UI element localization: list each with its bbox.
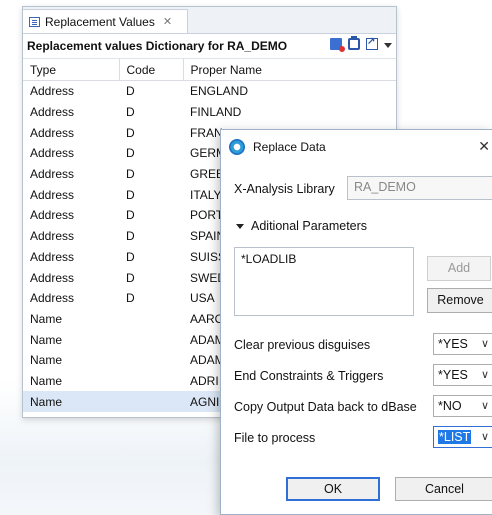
dialog-title-bar: Replace Data ✕ [221, 130, 492, 164]
column-header-type[interactable]: Type [23, 59, 120, 81]
print-icon[interactable] [348, 36, 360, 50]
ok-button[interactable]: OK [286, 477, 380, 501]
cell-type: Name [30, 311, 63, 326]
cell-type: Address [30, 84, 75, 99]
chevron-down-icon: ∨ [480, 400, 489, 412]
cell-type: Name [30, 373, 63, 388]
cell-type: Name [30, 353, 63, 368]
chevron-down-icon: ∨ [480, 369, 489, 381]
cell-code: D [126, 146, 135, 161]
remove-button[interactable]: Remove [427, 288, 492, 313]
section-label: Aditional Parameters [251, 219, 368, 233]
cell-code: D [126, 291, 135, 306]
end-constraints-label: End Constraints & Triggers [234, 369, 384, 383]
cell-code: D [126, 84, 135, 99]
cell-code: D [126, 167, 135, 182]
cell-code: D [126, 187, 135, 202]
cell-proper-name: ENGLAND [190, 84, 249, 99]
cell-code [119, 309, 183, 330]
cell-type: Address [30, 270, 75, 285]
add-button[interactable]: Add [427, 256, 491, 281]
tab-bar: Replacement Values ✕ [23, 7, 396, 34]
end-constraints-select[interactable]: *YES ∨ [433, 364, 492, 386]
export-icon[interactable] [366, 36, 378, 50]
tab-label: Replacement Values [45, 14, 155, 29]
section-header[interactable]: Aditional Parameters [236, 219, 367, 233]
cell-type: Address [30, 125, 75, 140]
cell-code [119, 329, 183, 350]
column-header-code[interactable]: Code [119, 59, 184, 81]
library-label: X-Analysis Library [234, 182, 335, 196]
expand-arrow-icon [236, 224, 244, 230]
cell-code: D [126, 249, 135, 264]
replace-data-dialog: Replace Data ✕ X-Analysis Library RA_DEM… [220, 129, 492, 515]
copy-output-select[interactable]: *NO ∨ [433, 395, 492, 417]
clear-disguises-label: Clear previous disguises [234, 338, 371, 352]
cell-type: Address [30, 187, 75, 202]
clear-disguises-select[interactable]: *YES ∨ [433, 333, 492, 355]
parameters-list[interactable]: *LOADLIB [234, 247, 414, 316]
cell-type: Address [30, 208, 75, 223]
cell-type: Address [30, 105, 75, 120]
cell-code [119, 371, 183, 392]
cell-type: Address [30, 249, 75, 264]
filter-icon[interactable] [330, 38, 345, 52]
close-icon[interactable]: ✕ [478, 138, 490, 155]
file-to-process-label: File to process [234, 431, 316, 445]
library-field: RA_DEMO [347, 176, 492, 200]
cell-type: Address [30, 291, 75, 306]
list-item[interactable]: *LOADLIB [241, 252, 407, 266]
cell-type: Name [23, 391, 119, 412]
file-to-process-select[interactable]: *LIST ∨ [433, 426, 492, 448]
view-title: Replacement values Dictionary for RA_DEM… [27, 39, 288, 53]
dialog-title: Replace Data [253, 140, 326, 154]
table-row[interactable]: Address D FINLAND [23, 102, 396, 123]
app-logo-icon [229, 139, 245, 155]
cell-code: D [126, 270, 135, 285]
copy-output-label: Copy Output Data back to dBase [234, 400, 417, 414]
cell-code: D [126, 208, 135, 223]
cell-type: Address [30, 146, 75, 161]
cell-code: D [126, 229, 135, 244]
cell-type: Name [30, 332, 63, 347]
column-header-proper-name[interactable]: Proper Name [183, 59, 396, 81]
chevron-down-icon: ∨ [480, 338, 489, 350]
tab-replacement-values[interactable]: Replacement Values ✕ [23, 9, 188, 33]
cell-code: D [126, 105, 135, 120]
close-icon[interactable]: ✕ [163, 15, 172, 28]
cell-code [119, 350, 183, 371]
cell-type: Address [30, 167, 75, 182]
view-title-bar: Replacement values Dictionary for RA_DEM… [23, 34, 396, 59]
cell-code [119, 391, 183, 412]
view-menu-icon[interactable] [384, 42, 392, 48]
cell-type: Address [30, 229, 75, 244]
cancel-button[interactable]: Cancel [395, 477, 492, 501]
table-icon [29, 16, 40, 27]
cell-proper-name: FINLAND [190, 105, 242, 120]
table-row[interactable]: Address D ENGLAND [23, 81, 396, 102]
chevron-down-icon: ∨ [480, 431, 489, 443]
cell-code: D [126, 125, 135, 140]
